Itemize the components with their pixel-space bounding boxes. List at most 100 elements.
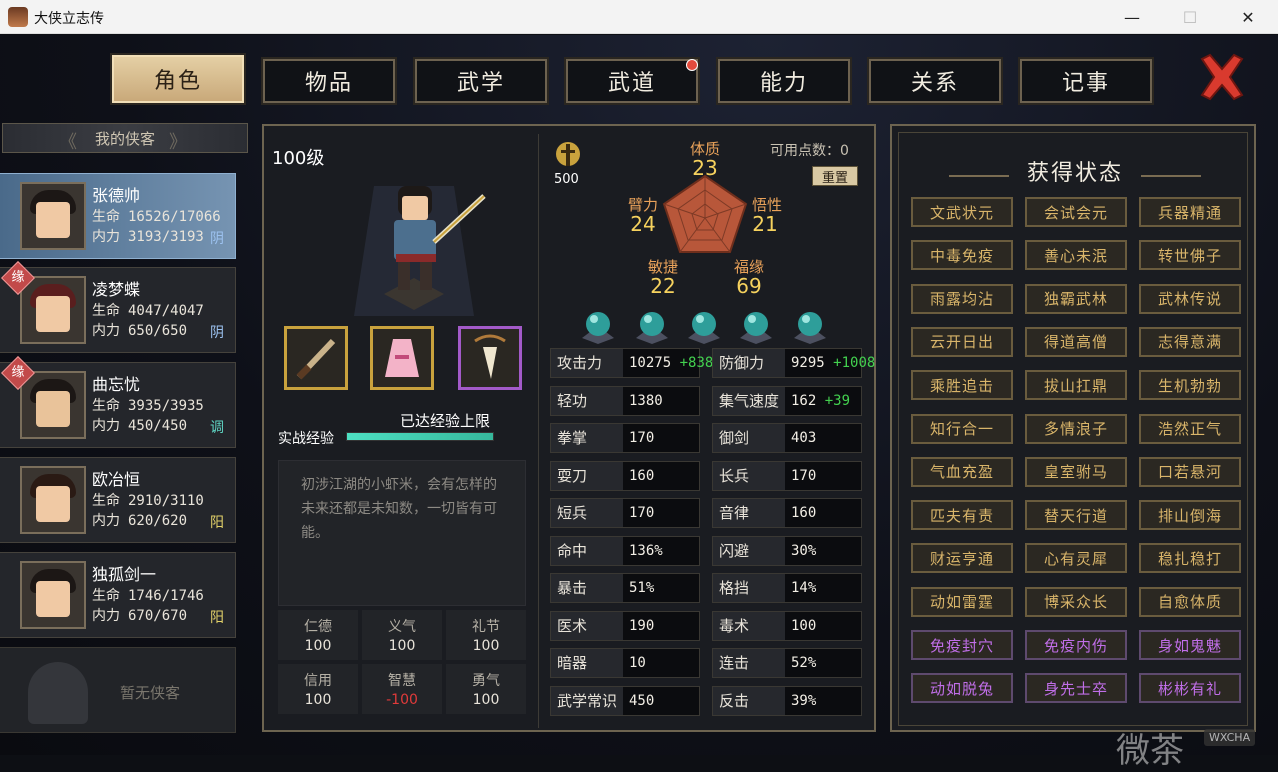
- status-chip[interactable]: 乘胜追击: [911, 370, 1013, 401]
- status-chip[interactable]: 彬彬有礼: [1139, 673, 1241, 704]
- status-chip[interactable]: 自愈体质: [1139, 586, 1241, 617]
- chevron-left-icon[interactable]: 《: [59, 128, 77, 154]
- status-chip[interactable]: 皇室驸马: [1025, 456, 1127, 487]
- close-window-button[interactable]: ✕: [1219, 0, 1277, 34]
- status-chip[interactable]: 拔山扛鼎: [1025, 370, 1127, 401]
- radar-value-agility: 22: [650, 274, 676, 298]
- status-chip[interactable]: 知行合一: [911, 413, 1013, 444]
- hero-attribute: 阳: [210, 515, 224, 531]
- status-chip[interactable]: 浩然正气: [1139, 413, 1241, 444]
- hero-attribute: 阴: [210, 325, 224, 341]
- status-chip[interactable]: 替天行道: [1025, 500, 1127, 531]
- dagger-icon: [296, 338, 336, 380]
- app-icon: [8, 7, 28, 27]
- stat-label: 连击: [713, 649, 785, 677]
- stat-row: 耍刀 160: [550, 460, 700, 491]
- minimize-button[interactable]: —: [1103, 0, 1161, 34]
- close-icon[interactable]: [1196, 51, 1248, 103]
- tab-abilities[interactable]: 能力: [716, 57, 852, 105]
- stat-label: 御剑: [713, 424, 785, 452]
- status-chip[interactable]: 气血充盈: [911, 456, 1013, 487]
- tab-journal[interactable]: 记事: [1018, 57, 1154, 105]
- status-chip[interactable]: 雨露均沾: [911, 283, 1013, 314]
- window-title: 大侠立志传: [34, 11, 104, 27]
- virtue-righteousness: 义气 100: [362, 610, 442, 660]
- avatar: [20, 276, 86, 344]
- status-chip[interactable]: 动如雷霆: [911, 586, 1013, 617]
- status-chip[interactable]: 免疫封穴: [911, 630, 1013, 660]
- status-chip[interactable]: 独霸武林: [1025, 283, 1127, 314]
- stat-label: 长兵: [713, 461, 785, 490]
- maximize-button[interactable]: ☐: [1161, 0, 1219, 34]
- status-chip[interactable]: 得道高僧: [1025, 326, 1127, 357]
- status-chip[interactable]: 多情浪子: [1025, 413, 1127, 444]
- hero-card-1[interactable]: 张德帅 生命 16526/17066 内力 3193/3193 阴: [0, 173, 236, 259]
- status-chip[interactable]: 动如脱兔: [911, 673, 1013, 704]
- hero-card-3[interactable]: 缘 曲忘忧 生命 3935/3935 内力 450/450 调: [0, 356, 236, 448]
- status-title: 获得状态: [1026, 161, 1123, 186]
- status-chip[interactable]: 财运亨通: [911, 543, 1013, 574]
- tab-relations[interactable]: 关系: [867, 57, 1003, 105]
- status-chip[interactable]: 身如鬼魅: [1139, 630, 1241, 660]
- hero-hp: 生命 16526/17066: [92, 209, 221, 225]
- radar-value-fortune: 69: [736, 274, 762, 298]
- radar-value-strength: 24: [630, 212, 656, 236]
- equip-slot-armor[interactable]: [370, 326, 434, 390]
- equip-slot-weapon[interactable]: [284, 326, 348, 390]
- hero-hp: 生命 4047/4047: [92, 303, 204, 319]
- tab-items[interactable]: 物品: [261, 57, 397, 105]
- status-chip[interactable]: 身先士卒: [1025, 673, 1127, 704]
- tab-martial-way[interactable]: 武道: [564, 57, 700, 105]
- status-chip[interactable]: 武林传说: [1139, 283, 1241, 314]
- status-chip[interactable]: 生机勃勃: [1139, 370, 1241, 401]
- title-ornament: [1141, 175, 1201, 177]
- status-chip[interactable]: 云开日出: [911, 326, 1013, 357]
- status-chip[interactable]: 会试会元: [1025, 197, 1127, 227]
- status-chip[interactable]: 转世佛子: [1139, 240, 1241, 271]
- stat-value: 170: [629, 430, 655, 446]
- hero-card-5[interactable]: 独孤剑一 生命 1746/1746 内力 670/670 阳: [0, 552, 236, 638]
- stat-row: 毒术 100: [712, 610, 862, 641]
- stat-bonus: +838: [679, 355, 714, 371]
- character-panel: 100级 已达经验上限 实战经验 初涉江湖的小虾米，会有怎样的未来还都是未知数，…: [262, 124, 876, 732]
- chevron-right-icon[interactable]: 》: [169, 128, 187, 154]
- robe-icon: [385, 339, 419, 377]
- stat-value: 30%: [791, 542, 817, 559]
- status-chip[interactable]: 文武状元: [911, 197, 1013, 227]
- status-chip[interactable]: 善心未泯: [1025, 240, 1127, 271]
- exp-status: 已达经验上限: [400, 412, 491, 430]
- status-chip[interactable]: 匹夫有责: [911, 500, 1013, 531]
- status-chip[interactable]: 博采众长: [1025, 586, 1127, 617]
- status-chip[interactable]: 志得意满: [1139, 326, 1241, 357]
- hero-attribute: 阴: [210, 231, 224, 247]
- status-chip[interactable]: 排山倒海: [1139, 500, 1241, 531]
- stat-label: 格挡: [713, 574, 785, 602]
- hero-name: 欧冶恒: [92, 470, 141, 489]
- meridian-orb-icon: [636, 312, 668, 344]
- stat-row: 短兵 170: [550, 498, 700, 528]
- stat-value: 170: [791, 467, 817, 484]
- status-chip[interactable]: 中毒免疫: [911, 240, 1013, 271]
- reset-button[interactable]: 重置: [812, 166, 858, 186]
- character-level: 100级: [272, 148, 325, 169]
- hero-card-2[interactable]: 缘 凌梦蝶 生命 4047/4047 内力 650/650 阴: [0, 261, 236, 353]
- status-chip[interactable]: 口若悬河: [1139, 456, 1241, 487]
- status-chip[interactable]: 兵器精通: [1139, 197, 1241, 227]
- tab-martial-arts[interactable]: 武学: [413, 57, 549, 105]
- status-chip[interactable]: 免疫内伤: [1025, 630, 1127, 660]
- status-chip[interactable]: 心有灵犀: [1025, 543, 1127, 574]
- stat-value: 170: [629, 505, 655, 521]
- tab-character[interactable]: 角色: [110, 53, 246, 105]
- stat-value: 52%: [791, 655, 817, 671]
- exp-progress-bar: [346, 432, 494, 441]
- stat-row: 拳掌 170: [550, 423, 700, 453]
- watermark-badge: WXCHA: [1204, 729, 1256, 746]
- exp-fill: [347, 433, 493, 440]
- status-chip[interactable]: 稳扎稳打: [1139, 543, 1241, 574]
- virtue-wisdom: 智慧 -100: [362, 664, 442, 714]
- hero-card-4[interactable]: 欧冶恒 生命 2910/3110 内力 620/620 阳: [0, 457, 236, 543]
- equip-slot-accessory[interactable]: [458, 326, 522, 390]
- stat-value: 14%: [791, 580, 817, 596]
- stat-row: 反击 39%: [712, 685, 862, 716]
- stat-row: 连击 52%: [712, 648, 862, 678]
